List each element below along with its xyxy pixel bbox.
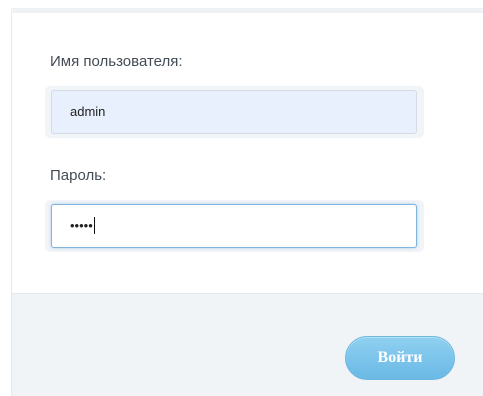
username-input[interactable]: admin <box>51 90 417 134</box>
password-input[interactable]: ••••• <box>51 204 417 248</box>
login-button[interactable]: Войти <box>345 336 455 380</box>
form-footer: Войти <box>12 293 483 396</box>
username-label: Имя пользователя: <box>50 53 183 70</box>
password-label: Пароль: <box>50 167 107 184</box>
login-form: Имя пользователя: admin Пароль: ••••• <box>12 13 483 293</box>
text-caret <box>93 217 95 235</box>
login-panel: Имя пользователя: admin Пароль: ••••• Во… <box>11 13 483 396</box>
password-value: ••••• <box>70 218 93 233</box>
username-field-wrapper: admin <box>45 86 424 138</box>
username-value: admin <box>70 104 106 119</box>
password-field-wrapper: ••••• <box>45 200 424 252</box>
login-page: Имя пользователя: admin Пароль: ••••• Во… <box>0 0 483 396</box>
